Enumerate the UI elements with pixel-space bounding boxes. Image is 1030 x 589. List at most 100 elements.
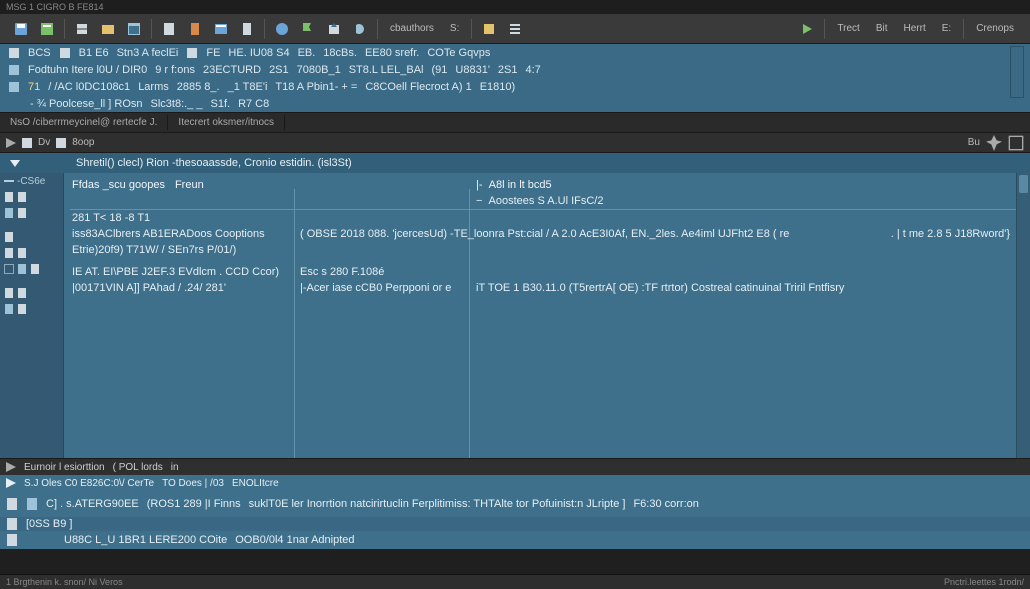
ribbon-row-4: - ¾ Poolcese_ll ] ROsn Slc3t8:._ _ S1f. … [0,95,1030,112]
root-label: -CS6e [17,176,45,187]
herrt-button[interactable]: Herrt [898,18,932,40]
editor-area: Shretil() clecl) Rion -thesoaassde, Cron… [0,153,1030,549]
terminal-icon[interactable] [210,18,232,40]
editor-breadcrumb: Shretil() clecl) Rion -thesoaassde, Cron… [0,153,1030,173]
data-row[interactable]: IE AT. EI\PBE J2EF.3 EVdlcm . CCD Ccor) … [64,264,1030,280]
disk-icon[interactable] [10,18,32,40]
square-icon [56,138,66,148]
window-icon[interactable] [123,18,145,40]
maximize-icon[interactable] [1008,135,1024,151]
authors-button[interactable]: cbauthors [384,18,440,40]
status-bar: 1 Brgthenin k. snon/ Ni Veros Pnctri.lee… [0,574,1030,589]
status-right: Pnctri.leettes 1rodn/ [944,577,1024,587]
tab-icon [8,47,20,59]
panel-tab-dv[interactable]: Dv [38,137,50,148]
file-icon [4,248,14,258]
panel-header: Dv 8oop Bu [0,133,1030,153]
square-icon [22,138,32,148]
data-row[interactable]: 281 T< 18 -8 T1 [64,210,1030,226]
chevron-icon[interactable] [6,462,16,472]
col-header-3: A8l in lt bcd5 [489,179,552,191]
panel-right-label: Bu [968,137,980,148]
ribbon-row-2: Fodtuhn Itere l0U / DIR0 9 r f:ons 23ECT… [0,61,1030,78]
trect-button[interactable]: Trect [831,18,865,40]
ribbon-scrollbar[interactable] [1010,46,1024,98]
run-icon[interactable] [796,18,818,40]
pin-icon[interactable] [986,135,1002,151]
main-toolbar: cbauthors S: Trect Bit Herrt E: Crenops [0,14,1030,44]
data-row[interactable]: Etrie)20f9) T71W/ / SEn7rs P/01/) [64,242,1030,258]
file-icon [6,534,18,546]
bookmark-icon[interactable] [184,18,206,40]
s-button[interactable]: S: [444,18,465,40]
window-title: MSG 1 CIGRO B FE814 [6,2,104,12]
console: Eurnoir l esiorttion ( POL lords in S.J … [0,458,1030,549]
chevron-icon[interactable] [6,478,16,488]
editor-body: -CS6e Ffdas _scu goopes Freun |- A8l in … [0,173,1030,458]
tab-icon [186,47,198,59]
file-icon [4,192,14,202]
project-icon[interactable] [36,18,58,40]
column-header-row2: − Aoostees S A.Ul IFsC/2 [64,193,1030,209]
collapse-icon[interactable] [6,138,16,148]
console-header: Eurnoir l esiorttion ( POL lords in [0,459,1030,475]
checkbox[interactable] [4,264,14,274]
export-icon[interactable] [323,18,345,40]
ribbon-panel: BCS B1 E6 Stn3 A feclEi FE HE. IU08 S4 E… [0,44,1030,113]
file-icon [4,304,14,314]
authors-label: cbauthors [390,23,434,34]
data-row[interactable]: |00171VIN A]] PAhad / .24/ 281' |-Acer i… [64,280,1030,296]
scrollbar-thumb[interactable] [1019,175,1028,193]
console-body: C] . s.ATERG90EE (ROS1 289 |I Finns sukl… [0,491,1030,549]
minus-icon[interactable] [4,176,14,186]
e-button[interactable]: E: [936,18,957,40]
col-header-1: Ffdas _scu goopes [72,177,165,193]
grid-icon[interactable] [97,18,119,40]
panel-square-icon[interactable] [478,18,500,40]
bit-button[interactable]: Bit [870,18,894,40]
status-left: 1 Brgthenin k. snon/ Ni Veros [6,577,123,587]
crenops-button[interactable]: Crenops [970,18,1020,40]
ribbon-row-3: 71 / /AC l0DC108c1 Larms 2885 8_. _1 T8E… [0,78,1030,95]
col-header-2: Freun [175,177,235,193]
flag-icon[interactable] [297,18,319,40]
file-icon [26,498,38,510]
console-row[interactable]: C] . s.ATERG90EE (ROS1 289 |I Finns sukl… [0,491,1030,517]
col-header-4: Aoostees S A.Ul IFsC/2 [489,195,604,207]
editor-scrollbar[interactable] [1016,173,1030,458]
file-icon [6,498,18,510]
console-row[interactable]: U88C L_U 1BR1 LERE200 COite OOB0/0l4 1na… [0,531,1030,549]
s-label: S: [450,23,459,34]
gutter-root[interactable]: -CS6e [0,173,63,189]
file-icon [17,304,27,314]
tab-strip: NsO /ciberrmeycinel@ rertecfe J. Itecrer… [0,113,1030,133]
file-icon [4,232,14,242]
title-bar: MSG 1 CIGRO B FE814 [0,0,1030,14]
chevron-down-icon[interactable] [10,158,20,168]
file-icon [17,208,27,218]
globe-icon[interactable] [271,18,293,40]
column-header-row: Ffdas _scu goopes Freun |- A8l in lt bcd… [64,177,1030,193]
sheet-icon[interactable] [158,18,180,40]
tab-2[interactable]: Itecrert oksmer/itnocs [168,115,285,130]
toolbar-group-right: Trect Bit Herrt E: Crenops [792,18,1024,40]
editor-content[interactable]: Ffdas _scu goopes Freun |- A8l in lt bcd… [64,173,1030,458]
file-icon [17,288,27,298]
list-icon[interactable] [504,18,526,40]
ribbon-row-1: BCS B1 E6 Stn3 A feclEi FE HE. IU08 S4 E… [0,44,1030,61]
editor-title-text: Shretil() clecl) Rion -thesoaassde, Cron… [76,157,352,169]
file-icon [17,192,27,202]
file-icon [30,264,40,274]
stack-icon[interactable] [71,18,93,40]
page-icon[interactable] [236,18,258,40]
console-row[interactable]: [0SS B9 ] [0,517,1030,531]
node-icon [8,64,20,76]
data-row[interactable]: iss83AClbrers AB1ERADoos Cooptions ( OBS… [64,226,1030,242]
panel-tab-8oop[interactable]: 8oop [72,137,94,148]
file-icon [6,518,18,530]
toolbar-group-1: cbauthors S: [6,18,530,40]
tab-1[interactable]: NsO /ciberrmeycinel@ rertecfe J. [0,115,168,130]
sync-icon[interactable] [349,18,371,40]
file-icon [4,208,14,218]
file-icon [4,288,14,298]
